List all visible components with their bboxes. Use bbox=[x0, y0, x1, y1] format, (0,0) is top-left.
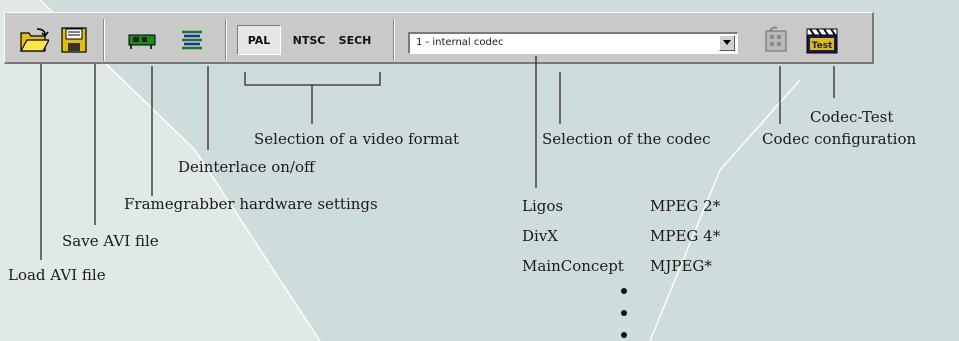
continuation-dots bbox=[621, 288, 627, 338]
